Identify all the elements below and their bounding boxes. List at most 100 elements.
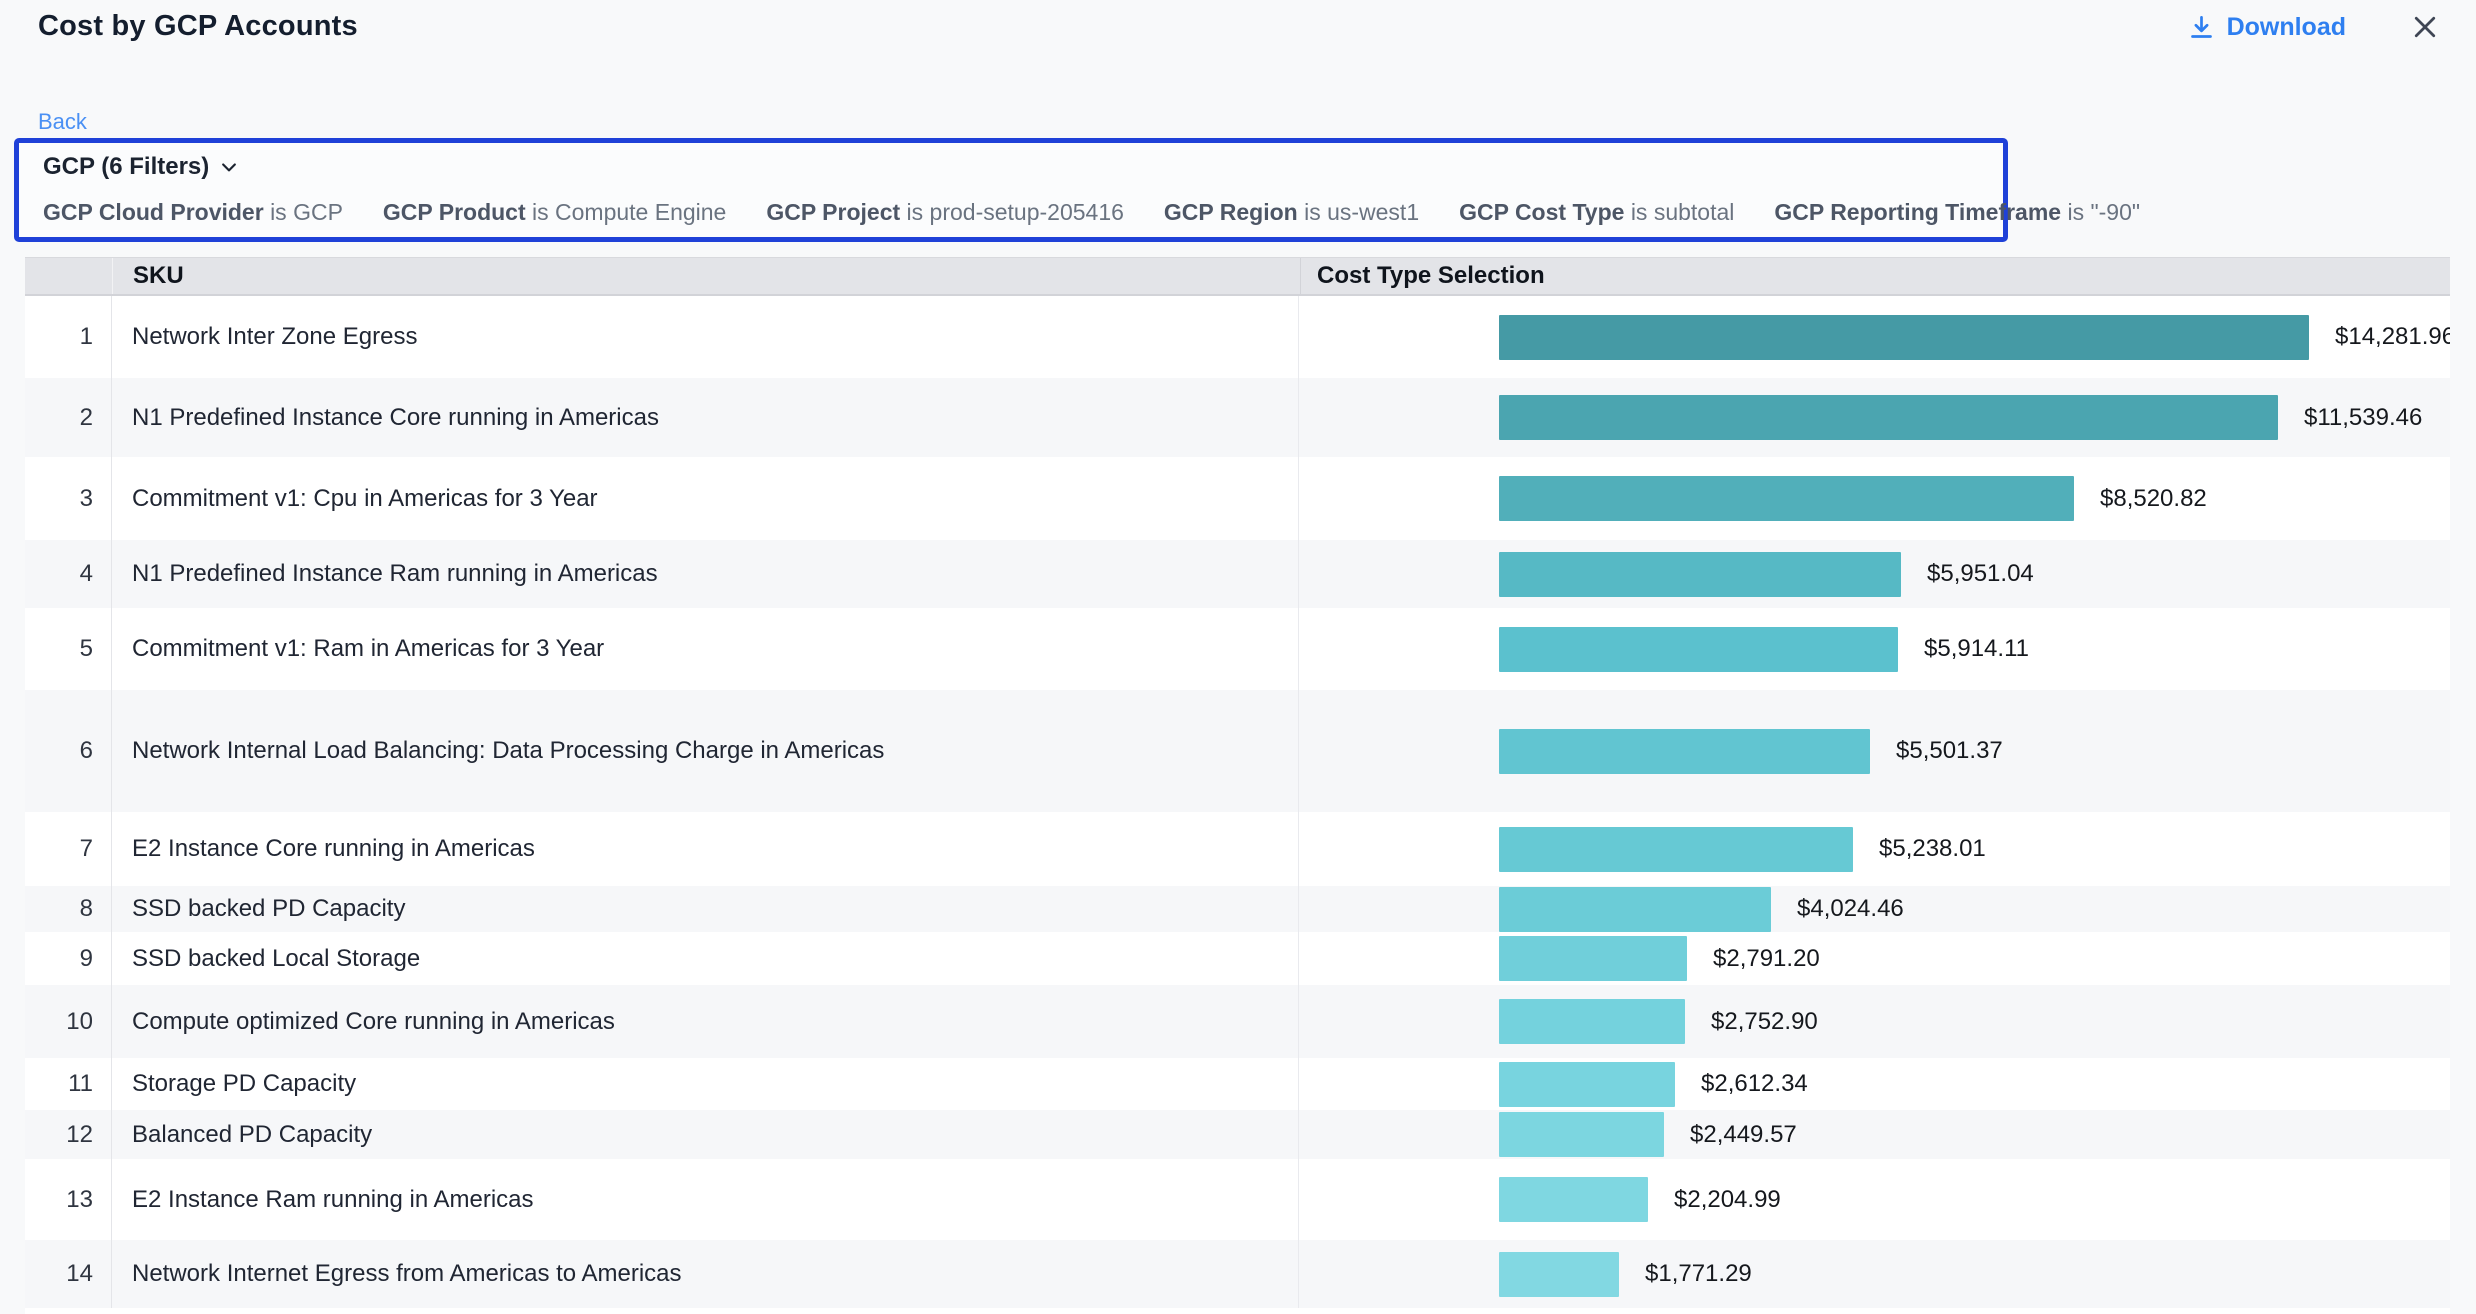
sku-name: Storage PD Capacity <box>112 1058 1299 1110</box>
table-row: 1Network Inter Zone Egress $14,281.96 <box>25 296 2450 378</box>
table-row: 12Balanced PD Capacity$2,449.57 <box>25 1110 2450 1159</box>
table-row: 10Compute optimized Core running in Amer… <box>25 985 2450 1058</box>
cost-cell: $5,238.01 <box>1299 812 2450 886</box>
top-actions: Download <box>2188 12 2440 42</box>
filter-field: GCP Cloud Provider <box>43 199 264 225</box>
cost-value-label: $2,791.20 <box>1713 945 1820 973</box>
filter-chip-cloud-provider[interactable]: GCP Cloud Provider is GCP <box>43 199 343 226</box>
table-body: 1Network Inter Zone Egress $14,281.96 2N1 … <box>25 296 2450 1308</box>
cost-value-label: $5,914.11 <box>1924 635 2029 663</box>
filter-condition: is GCP <box>270 199 343 225</box>
filter-field: GCP Project <box>766 199 900 225</box>
sku-name: Commitment v1: Cpu in Americas for 3 Yea… <box>112 457 1299 540</box>
row-number: 4 <box>25 540 112 608</box>
row-number: 11 <box>25 1058 112 1110</box>
filter-chip-project[interactable]: GCP Project is prod-setup-205416 <box>766 199 1124 226</box>
cost-bar[interactable] <box>1499 552 1901 597</box>
cost-value-label: $2,752.90 <box>1711 1008 1818 1036</box>
filter-condition: is "-90" <box>2067 199 2140 225</box>
row-number: 12 <box>25 1110 112 1159</box>
table-row: 5Commitment v1: Ram in Americas for 3 Ye… <box>25 608 2450 690</box>
filter-box: GCP (6 Filters) GCP Cloud Provider is GC… <box>14 138 2008 242</box>
filter-condition: is prod-setup-205416 <box>907 199 1124 225</box>
cost-value-label: $5,951.04 <box>1927 560 2034 588</box>
filter-chip-region[interactable]: GCP Region is us-west1 <box>1164 199 1419 226</box>
cost-cell: $2,752.90 <box>1299 985 2450 1058</box>
table-row: 7E2 Instance Core running in Americas $5,… <box>25 812 2450 886</box>
sku-name: E2 Instance Core running in Americas <box>112 812 1299 886</box>
cost-value-label: $4,024.46 <box>1797 895 1904 923</box>
sku-column-header: SKU <box>112 258 1300 294</box>
cost-value-label: $5,238.01 <box>1879 835 1986 863</box>
row-number: 3 <box>25 457 112 540</box>
sku-name: N1 Predefined Instance Core running in A… <box>112 378 1299 457</box>
cost-bar[interactable] <box>1499 1112 1664 1157</box>
filter-field: GCP Product <box>383 199 526 225</box>
cost-cell: $14,281.96 <box>1299 296 2450 378</box>
filter-summary-label: GCP (6 Filters) <box>43 153 209 181</box>
row-number: 14 <box>25 1240 112 1308</box>
sku-name: Balanced PD Capacity <box>112 1110 1299 1159</box>
row-number: 7 <box>25 812 112 886</box>
table-row: 3Commitment v1: Cpu in Americas for 3 Ye… <box>25 457 2450 540</box>
filter-condition: is us-west1 <box>1304 199 1419 225</box>
row-number: 6 <box>25 690 112 812</box>
cost-cell: $5,501.37 <box>1299 690 2450 812</box>
table-row: 9SSD backed Local Storage$2,791.20 <box>25 932 2450 985</box>
filter-chip-cost-type[interactable]: GCP Cost Type is subtotal <box>1459 199 1734 226</box>
cost-value-label: $8,520.82 <box>2100 485 2207 513</box>
cost-cell: $5,914.11 <box>1299 608 2450 690</box>
cost-bar[interactable] <box>1499 1177 1648 1222</box>
cost-cell: $2,791.20 <box>1299 932 2450 985</box>
filter-field: GCP Cost Type <box>1459 199 1624 225</box>
cost-cell: $2,204.99 <box>1299 1159 2450 1240</box>
filter-chip-reporting-timeframe[interactable]: GCP Reporting Timeframe is "-90" <box>1774 199 2140 226</box>
back-link[interactable]: Back <box>38 109 87 135</box>
cost-bar[interactable] <box>1499 729 1870 774</box>
row-number: 13 <box>25 1159 112 1240</box>
table-row: 4N1 Predefined Instance Ram running in A… <box>25 540 2450 608</box>
cost-bar[interactable] <box>1499 887 1771 932</box>
download-icon <box>2188 14 2215 41</box>
row-number-column-header <box>25 258 112 294</box>
cost-value-label: $14,281.96 <box>2335 323 2450 351</box>
sku-name: SSD backed PD Capacity <box>112 886 1299 932</box>
cost-bar[interactable] <box>1499 627 1898 672</box>
top-bar: Cost by GCP Accounts Download <box>0 0 2476 43</box>
cost-bar[interactable] <box>1499 315 2309 360</box>
cost-value-label: $1,771.29 <box>1645 1260 1752 1288</box>
sku-name: Network Internet Egress from Americas to… <box>112 1240 1299 1308</box>
cost-cell: $4,024.46 <box>1299 886 2450 932</box>
cost-bar[interactable] <box>1499 395 2278 440</box>
filter-condition: is Compute Engine <box>532 199 726 225</box>
filter-chip-product[interactable]: GCP Product is Compute Engine <box>383 199 726 226</box>
table-row: 13E2 Instance Ram running in Americas $2,… <box>25 1159 2450 1240</box>
table-row: 11Storage PD Capacity$2,612.34 <box>25 1058 2450 1110</box>
cost-value-label: $2,204.99 <box>1674 1186 1781 1214</box>
cost-cell: $1,771.29 <box>1299 1240 2450 1308</box>
table-row: 2N1 Predefined Instance Core running in … <box>25 378 2450 457</box>
cost-cell: $8,520.82 <box>1299 457 2450 540</box>
cost-bar[interactable] <box>1499 1252 1619 1297</box>
row-number: 9 <box>25 932 112 985</box>
sku-name: Network Inter Zone Egress <box>112 296 1299 378</box>
chevron-down-icon <box>219 157 239 177</box>
sku-cost-table: SKU Cost Type Selection 1Network Inter Z… <box>25 257 2450 1314</box>
cost-bar[interactable] <box>1499 476 2074 521</box>
cost-bar[interactable] <box>1499 1062 1675 1107</box>
filter-condition: is subtotal <box>1631 199 1735 225</box>
cost-bar[interactable] <box>1499 999 1685 1044</box>
table-row: 8SSD backed PD Capacity$4,024.46 <box>25 886 2450 932</box>
cost-bar[interactable] <box>1499 827 1853 872</box>
row-number: 1 <box>25 296 112 378</box>
sku-name: E2 Instance Ram running in Americas <box>112 1159 1299 1240</box>
row-number: 5 <box>25 608 112 690</box>
row-number: 10 <box>25 985 112 1058</box>
cost-bar[interactable] <box>1499 936 1687 981</box>
close-button[interactable] <box>2410 12 2440 42</box>
cost-cell: $11,539.46 <box>1299 378 2450 457</box>
filter-summary-dropdown[interactable]: GCP (6 Filters) <box>43 153 239 181</box>
table-header-row: SKU Cost Type Selection <box>25 257 2450 296</box>
download-button[interactable]: Download <box>2188 13 2346 42</box>
table-row: 6Network Internal Load Balancing: Data P… <box>25 690 2450 812</box>
